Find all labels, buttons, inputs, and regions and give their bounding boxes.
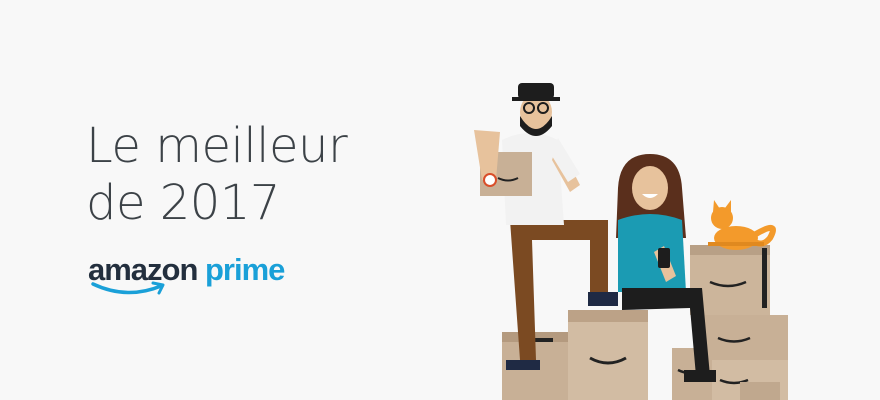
amazon-smile-icon bbox=[91, 281, 165, 295]
logo-word-prime: prime bbox=[205, 252, 285, 287]
smartphone-icon bbox=[658, 248, 670, 268]
cat-icon bbox=[708, 200, 776, 250]
amazon-prime-logo: amazon prime bbox=[88, 252, 318, 302]
prime-banner[interactable]: Le meilleur de 2017 amazon prime bbox=[0, 0, 880, 400]
illustration bbox=[474, 83, 788, 400]
headline: Le meilleur de 2017 bbox=[86, 118, 348, 232]
headline-line-2: de 2017 bbox=[86, 175, 280, 231]
headline-line-1: Le meilleur bbox=[86, 118, 348, 174]
